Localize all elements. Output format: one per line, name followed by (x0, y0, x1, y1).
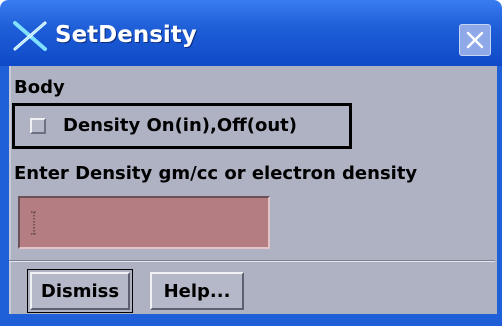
density-input[interactable] (20, 198, 268, 247)
density-toggle-label: Density On(in),Off(out) (63, 115, 297, 136)
setdensity-window: SetDensity Body Density On(in),Off(out) … (0, 0, 502, 326)
density-input-field[interactable] (18, 196, 270, 249)
density-toggle[interactable]: Density On(in),Off(out) (12, 103, 352, 149)
title-bar[interactable]: SetDensity (0, 0, 502, 66)
close-icon (466, 31, 484, 49)
window-frame-left (0, 66, 9, 326)
x-app-icon (13, 21, 47, 51)
help-button[interactable]: Help... (150, 272, 244, 310)
density-prompt-label: Enter Density gm/cc or electron density (14, 163, 418, 184)
section-label-body: Body (14, 77, 65, 98)
close-button[interactable] (459, 24, 491, 56)
divider (9, 260, 495, 262)
dismiss-button[interactable]: Dismiss (30, 272, 130, 310)
window-title: SetDensity (55, 22, 197, 48)
density-checkbox[interactable] (30, 118, 46, 134)
window-frame-bottom (0, 314, 502, 326)
